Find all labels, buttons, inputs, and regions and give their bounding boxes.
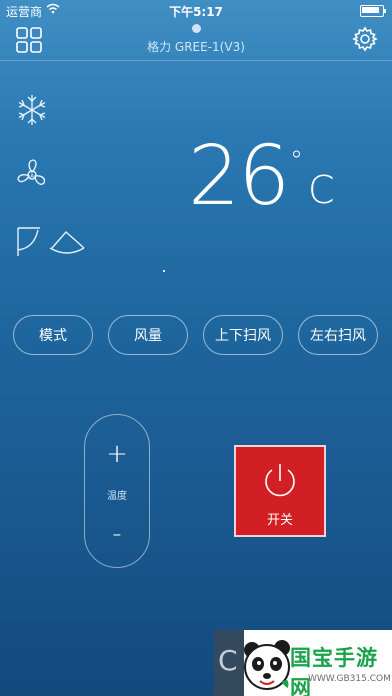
vertical-swing-button[interactable]: 上下扫风 (203, 315, 283, 355)
power-label: 开关 (266, 513, 293, 528)
power-button[interactable]: 开关 (234, 445, 326, 537)
swing-direction-icon (17, 227, 85, 256)
ad-url-text: WWW.GB315.COM (308, 674, 391, 684)
decorative-dot (163, 270, 165, 272)
degree-symbol: ° (290, 146, 303, 176)
fan-auto-speed-icon: A (17, 159, 46, 185)
device-title: 格力 GREE-1(V3) (147, 40, 245, 54)
header-divider (0, 60, 392, 61)
temperature-value: 26 (188, 129, 290, 224)
remote-screen: 运营商 下午5:17 格力 GREE-1(V3) A 26 ° C 模式 风量 … (0, 0, 392, 696)
status-time: 下午5:17 (169, 5, 223, 19)
snowflake-cool-mode-icon (18, 95, 46, 125)
gear-icon[interactable] (352, 26, 378, 52)
battery-icon (360, 5, 386, 17)
power-icon (265, 464, 295, 497)
page-indicator-dot (192, 24, 201, 33)
ad-brand-text: 国宝手游网 (290, 646, 378, 696)
temperature-label: 温度 (107, 491, 127, 502)
ad-banner[interactable]: C 国宝手游网 WWW.GB315.COM (214, 630, 392, 696)
status-bar: 运营商 下午5:17 (0, 0, 392, 20)
temperature-up-button[interactable]: + (85, 439, 149, 469)
temperature-down-button[interactable]: - (85, 519, 149, 549)
temperature-unit: C (308, 168, 335, 212)
mode-button[interactable]: 模式 (13, 315, 93, 355)
fan-speed-button[interactable]: 风量 (108, 315, 188, 355)
horizontal-swing-button[interactable]: 左右扫风 (298, 315, 378, 355)
temperature-control: + 温度 - (84, 414, 150, 568)
panda-logo-icon (244, 640, 290, 690)
